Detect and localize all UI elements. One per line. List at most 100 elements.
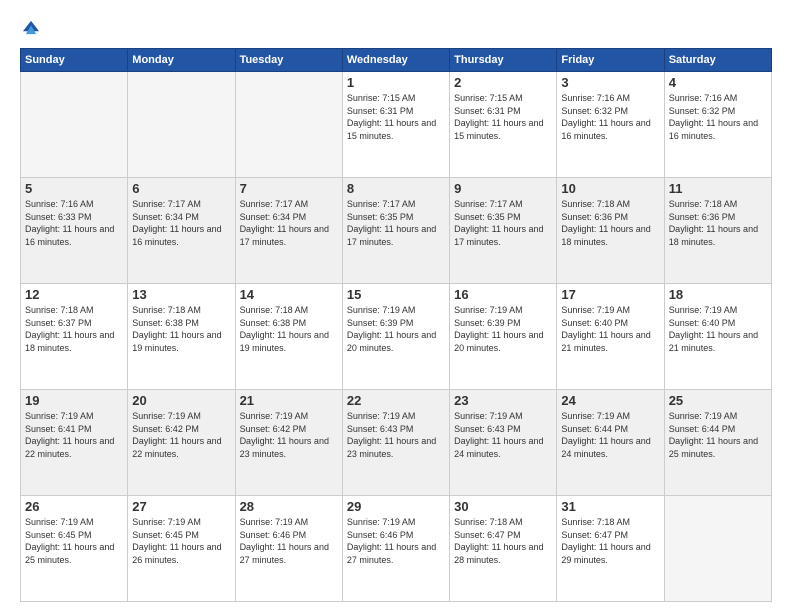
day-info: Sunrise: 7:19 AM Sunset: 6:39 PM Daylight:…	[347, 304, 445, 354]
day-number: 21	[240, 393, 338, 408]
calendar-cell: 15 Sunrise: 7:19 AM Sunset: 6:39 PM Dayligh…	[342, 284, 449, 390]
day-info: Sunrise: 7:18 AMSunset: 6:36 PMDaylight:…	[561, 198, 659, 248]
weekday-header: Monday	[128, 49, 235, 72]
sunset-label: Sunset: 6:36 PM	[669, 212, 736, 222]
sunrise-label: Sunrise: 7:16 AM	[669, 93, 738, 103]
weekday-header: Thursday	[450, 49, 557, 72]
day-number: 8	[347, 181, 445, 196]
daylight-label: Daylight: 11 hours and 17 minutes.	[347, 224, 436, 247]
day-number: 20	[132, 393, 230, 408]
sunrise-label: Sunrise: 7:15 AM	[347, 93, 416, 103]
sunrise-label: Sunrise: 7:19 AM	[25, 411, 94, 421]
sunrise-label: Sunrise: 7:19 AM	[240, 517, 309, 527]
sunrise-label: Sunrise: 7:17 AM	[454, 199, 523, 209]
day-number: 30	[454, 499, 552, 514]
sunrise-label: Sunrise: 7:19 AM	[25, 517, 94, 527]
day-info: Sunrise: 7:19 AMSunset: 6:41 PMDaylight:…	[25, 410, 123, 460]
sunset-label: Sunset: 6:35 PM	[454, 212, 521, 222]
sunset-label: Sunset: 6:34 PM	[240, 212, 307, 222]
daylight-label: Daylight: 11 hours and 27 minutes.	[347, 542, 436, 565]
day-info: Sunrise: 7:18 AMSunset: 6:38 PMDaylight:…	[240, 304, 338, 354]
sunrise-label: Sunrise: 7:17 AM	[240, 199, 309, 209]
calendar-table: SundayMondayTuesdayWednesdayThursdayFrid…	[20, 48, 772, 602]
day-info: Sunrise: 7:16 AMSunset: 6:33 PMDaylight:…	[25, 198, 123, 248]
sunrise-label: Sunrise: 7:18 AM	[561, 517, 630, 527]
calendar-cell: 11Sunrise: 7:18 AMSunset: 6:36 PMDayligh…	[664, 178, 771, 284]
day-number: 7	[240, 181, 338, 196]
daylight-label: Daylight: 11 hours and 22 minutes.	[25, 436, 114, 459]
calendar-cell: 25Sunrise: 7:19 AMSunset: 6:44 PMDayligh…	[664, 390, 771, 496]
day-number: 17	[561, 287, 659, 302]
daylight-label: Daylight: 11 hours and 20 minutes.	[347, 330, 436, 353]
page: SundayMondayTuesdayWednesdayThursdayFrid…	[0, 0, 792, 612]
sunset-label: Sunset: 6:31 PM	[347, 106, 414, 116]
sunrise-label: Sunrise: 7:17 AM	[132, 199, 201, 209]
daylight-label: Daylight: 11 hours and 16 minutes.	[561, 118, 650, 141]
sunset-label: Sunset: 6:31 PM	[454, 106, 521, 116]
sunrise-label: Sunrise: 7:18 AM	[25, 305, 94, 315]
sunrise-label: Sunrise: 7:15 AM	[454, 93, 523, 103]
day-info: Sunrise: 7:19 AMSunset: 6:46 PMDaylight:…	[240, 516, 338, 566]
sunset-label: Sunset: 6:39 PM	[347, 318, 414, 328]
sunset-label: Sunset: 6:39 PM	[454, 318, 521, 328]
day-number: 28	[240, 499, 338, 514]
day-info: Sunrise: 7:19 AM Sunset: 6:45 PM Daylight:…	[25, 516, 123, 566]
calendar-cell: 6Sunrise: 7:17 AMSunset: 6:34 PMDaylight…	[128, 178, 235, 284]
sunset-label: Sunset: 6:46 PM	[347, 530, 414, 540]
day-number: 25	[669, 393, 767, 408]
sunrise-label: Sunrise: 7:16 AM	[25, 199, 94, 209]
sunset-label: Sunset: 6:47 PM	[454, 530, 521, 540]
sunrise-label: Sunrise: 7:19 AM	[132, 517, 201, 527]
daylight-label: Daylight: 11 hours and 25 minutes.	[25, 542, 114, 565]
calendar-cell	[235, 72, 342, 178]
sunrise-label: Sunrise: 7:19 AM	[454, 411, 523, 421]
sunrise-label: Sunrise: 7:19 AM	[669, 305, 738, 315]
sunrise-label: Sunrise: 7:19 AM	[347, 305, 416, 315]
day-number: 24	[561, 393, 659, 408]
calendar-cell: 22Sunrise: 7:19 AMSunset: 6:43 PMDayligh…	[342, 390, 449, 496]
day-number: 23	[454, 393, 552, 408]
day-info: Sunrise: 7:18 AMSunset: 6:38 PMDaylight:…	[132, 304, 230, 354]
sunset-label: Sunset: 6:47 PM	[561, 530, 628, 540]
sunset-label: Sunset: 6:46 PM	[240, 530, 307, 540]
day-number: 6	[132, 181, 230, 196]
day-number: 1	[347, 75, 445, 90]
daylight-label: Daylight: 11 hours and 22 minutes.	[132, 436, 221, 459]
daylight-label: Daylight: 11 hours and 21 minutes.	[669, 330, 758, 353]
sunset-label: Sunset: 6:32 PM	[669, 106, 736, 116]
sunset-label: Sunset: 6:44 PM	[669, 424, 736, 434]
day-number: 15	[347, 287, 445, 302]
daylight-label: Daylight: 11 hours and 24 minutes.	[561, 436, 650, 459]
calendar-cell	[21, 72, 128, 178]
sunset-label: Sunset: 6:40 PM	[669, 318, 736, 328]
day-info: Sunrise: 7:19 AMSunset: 6:45 PMDaylight:…	[132, 516, 230, 566]
sunset-label: Sunset: 6:44 PM	[561, 424, 628, 434]
sunset-label: Sunset: 6:43 PM	[454, 424, 521, 434]
calendar-week-row: 26Sunrise: 7:19 AMSunset: 6:45 PMDayligh…	[21, 496, 772, 602]
calendar-cell: 4Sunrise: 7:16 AMSunset: 6:32 PMDaylight…	[664, 72, 771, 178]
sunrise-label: Sunrise: 7:18 AM	[669, 199, 738, 209]
sunset-label: Sunset: 6:38 PM	[240, 318, 307, 328]
calendar-week-row: 1 Sunrise: 7:15 AM Sunset: 6:31 PM Daylight…	[21, 72, 772, 178]
daylight-label: Daylight: 11 hours and 21 minutes.	[561, 330, 650, 353]
daylight-label: Daylight: 11 hours and 26 minutes.	[132, 542, 221, 565]
daylight-label: Daylight: 11 hours and 16 minutes.	[669, 118, 758, 141]
day-info: Sunrise: 7:15 AMSunset: 6:31 PMDaylight:…	[454, 92, 552, 142]
calendar-cell: 21 Sunrise: 7:19 AMSunset: 6:42 PMDayligh…	[235, 390, 342, 496]
calendar-cell: 7Sunrise: 7:17 AMSunset: 6:34 PMDaylight…	[235, 178, 342, 284]
day-info: Sunrise: 7:18 AMSunset: 6:47 PMDaylight:…	[454, 516, 552, 566]
day-info: Sunrise: 7:19 AMSunset: 6:44 PMDaylight:…	[561, 410, 659, 460]
day-info: Sunrise: 7:19 AM Sunset: 6:40 PM Daylight:…	[669, 304, 767, 354]
day-info: Sunrise: 7:19 AMSunset: 6:42 PMDaylight:…	[240, 410, 338, 460]
calendar-cell: 31Sunrise: 7:18 AMSunset: 6:47 PMDayligh…	[557, 496, 664, 602]
calendar-cell: 20Sunrise: 7:19 AMSunset: 6:42 PMDayligh…	[128, 390, 235, 496]
day-info: Sunrise: 7:16 AM Sunset: 6:32 PM Daylight:…	[669, 92, 767, 142]
sunrise-label: Sunrise: 7:19 AM	[132, 411, 201, 421]
sunrise-label: Sunrise: 7:18 AM	[561, 199, 630, 209]
calendar-cell: 14Sunrise: 7:18 AMSunset: 6:38 PMDayligh…	[235, 284, 342, 390]
sunrise-label: Sunrise: 7:19 AM	[347, 517, 416, 527]
sunset-label: Sunset: 6:45 PM	[25, 530, 92, 540]
daylight-label: Daylight: 11 hours and 17 minutes.	[454, 224, 543, 247]
sunset-label: Sunset: 6:40 PM	[561, 318, 628, 328]
sunrise-label: Sunrise: 7:19 AM	[347, 411, 416, 421]
